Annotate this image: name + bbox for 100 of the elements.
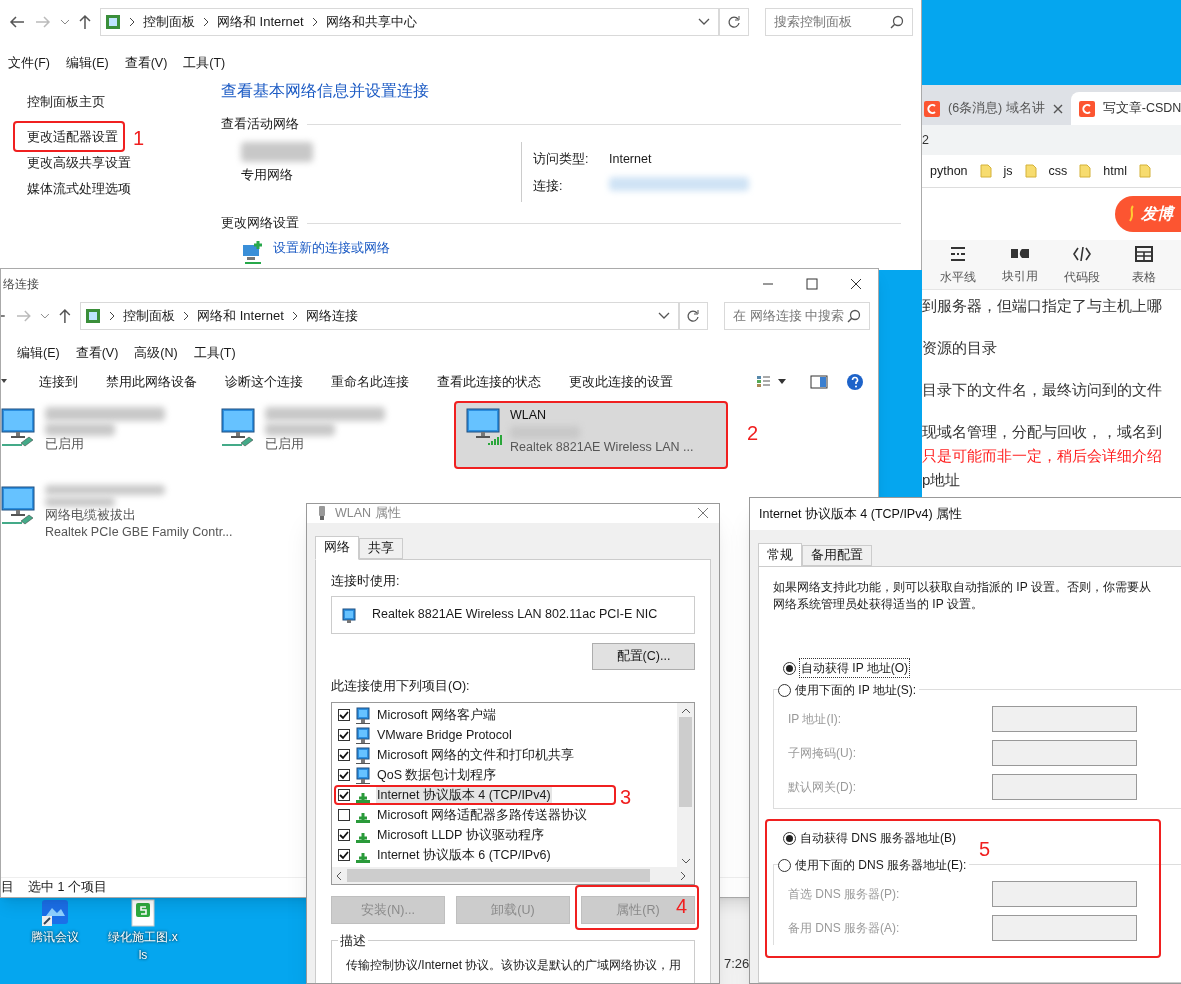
editor-tool[interactable]: 表格 [1124, 243, 1164, 286]
configure-button[interactable]: 配置(C)... [592, 642, 695, 670]
description-text: 传输控制协议/Internet 协议。该协议是默认的广域网络协议，用 [346, 957, 680, 975]
tab[interactable]: 共享 [359, 537, 403, 559]
toolbar-button[interactable]: 禁用此网络设备 [106, 372, 197, 392]
protocol-icon [356, 813, 370, 824]
browser-tab[interactable]: 写文章-CSDN [1070, 92, 1181, 125]
menu-item[interactable]: 编辑(E) [17, 343, 60, 363]
toolbar-button[interactable]: 更改此连接的设置 [569, 372, 673, 392]
adapter-name: WLAN [510, 407, 548, 424]
field-label: 连接: [533, 178, 564, 196]
folder-icon [1024, 164, 1037, 178]
ip-address-field[interactable] [992, 706, 1137, 732]
menu-item[interactable]: 查看(V) [75, 343, 119, 363]
horizontal-scrollbar[interactable] [332, 867, 694, 885]
radio-option[interactable]: 使用下面的 IP 地址(S): [778, 681, 918, 699]
toolbar-button[interactable]: 重命名此连接 [331, 372, 409, 392]
checkbox[interactable] [338, 809, 350, 822]
item-label[interactable]: VMware Bridge Protocol [376, 725, 513, 745]
checkbox[interactable] [338, 769, 350, 782]
radio-option[interactable]: 使用下面的 DNS 服务器地址(E): [778, 856, 968, 874]
ip-address-field[interactable] [992, 915, 1137, 941]
refresh-icon [686, 309, 701, 323]
address-text: 2 [922, 131, 929, 149]
tab[interactable]: 常规 [758, 543, 802, 567]
breadcrumb[interactable]: 网络和共享中心 [325, 12, 417, 32]
tab[interactable]: 网络 [315, 535, 359, 560]
sidebar-link[interactable]: 控制面板主页 [27, 92, 105, 112]
chevron-icon [109, 311, 116, 321]
protocol-icon [356, 833, 370, 844]
item-label[interactable]: Microsoft 网络的文件和打印机共享 [376, 745, 576, 765]
ip-address-field[interactable] [992, 881, 1137, 907]
breadcrumb[interactable]: 控制面板 [142, 12, 195, 32]
forward-icon [34, 15, 52, 29]
item-label[interactable]: Microsoft LLDP 协议驱动程序 [376, 825, 545, 845]
refresh-button[interactable] [719, 8, 750, 36]
menu-item[interactable]: 工具(T) [193, 343, 236, 363]
dropdown-icon [698, 18, 711, 26]
editor-tool[interactable]: 块引用 [1000, 244, 1040, 285]
annotation-number: 5 [979, 837, 991, 862]
sidebar-link[interactable]: 更改高级共享设置 [27, 153, 131, 173]
checkbox[interactable] [338, 789, 350, 802]
protocol-icon [356, 793, 370, 804]
ip-address-field[interactable] [992, 740, 1137, 766]
item-label[interactable]: Microsoft 网络适配器多路传送器协议 [376, 805, 589, 825]
network-setup-icon [241, 238, 265, 265]
item-label[interactable]: Internet 协议版本 6 (TCP/IPv6) [376, 845, 552, 865]
toolbar-button[interactable]: 查看此连接的状态 [437, 372, 541, 392]
checkbox[interactable] [338, 709, 350, 722]
refresh-button[interactable] [678, 302, 709, 330]
menu-item[interactable]: 高级(N) [134, 343, 178, 363]
checkbox[interactable] [338, 849, 350, 862]
folder-icon [979, 164, 992, 178]
address-bar[interactable]: 控制面板 网络和 Internet 网络和共享中心 [99, 8, 720, 36]
checkbox[interactable] [338, 749, 350, 762]
check-icon [339, 730, 349, 741]
dropdown-icon [657, 312, 670, 320]
radio-option[interactable]: 自动获得 IP 地址(O) [783, 658, 1167, 678]
chevron-icon [202, 17, 209, 27]
editor-tool[interactable]: 水平线 [938, 243, 978, 286]
tab[interactable]: 备用配置 [802, 545, 872, 566]
adapter-item[interactable]: 已启用 [1, 403, 211, 467]
menu-item[interactable]: 工具(T) [183, 53, 226, 73]
breadcrumb[interactable]: 网络连接 [305, 306, 358, 326]
menu-item[interactable]: 文件(F) [8, 53, 50, 73]
sidebar-link[interactable]: 更改适配器设置 [27, 127, 118, 147]
item-label[interactable]: Microsoft 网络客户端 [376, 705, 498, 725]
help-icon [846, 373, 864, 391]
adapter-device: Realtek PCIe GBE Family Contr... [45, 524, 233, 541]
bookmark[interactable]: python [930, 161, 968, 181]
sidebar-link[interactable]: 媒体流式处理选项 [27, 179, 131, 199]
forward-icon [14, 309, 33, 323]
search-field[interactable]: 搜索控制面板 [765, 8, 913, 36]
address-bar[interactable]: 控制面板 网络和 Internet 网络连接 [80, 302, 679, 330]
breadcrumb[interactable]: 控制面板 [123, 306, 176, 326]
bookmark[interactable]: css [1048, 161, 1068, 181]
item-label[interactable]: QoS 数据包计划程序 [376, 765, 498, 785]
adapter-item[interactable]: 已启用 [211, 403, 456, 467]
breadcrumb[interactable]: 网络和 Internet [197, 306, 284, 326]
adapter-item[interactable]: 网络电缆被拔出 Realtek PCIe GBE Family Contr... [1, 481, 241, 545]
ip-address-field[interactable] [992, 774, 1137, 800]
checkbox[interactable] [338, 729, 350, 742]
setup-link[interactable]: 设置新的连接或网络 [273, 238, 390, 258]
menu-item[interactable]: 查看(V) [124, 53, 168, 73]
vertical-scrollbar[interactable] [677, 703, 694, 869]
checkbox[interactable] [338, 829, 350, 842]
folder-icon [1138, 164, 1151, 178]
bookmark[interactable]: js [1003, 161, 1013, 181]
status-text: 选中 1 个项目 [28, 879, 107, 897]
menu-item[interactable]: 编辑(E) [65, 53, 109, 73]
wireless-adapter-icon [464, 407, 504, 447]
toolbar-button[interactable]: 诊断这个连接 [225, 372, 303, 392]
breadcrumb[interactable]: 网络和 Internet [216, 12, 304, 32]
check-icon [339, 830, 349, 841]
bookmark[interactable]: html [1103, 161, 1127, 181]
check-icon [339, 710, 349, 721]
toolbar-button[interactable]: 连接到 [39, 372, 78, 392]
window-title: WLAN 属性 [335, 505, 401, 522]
search-field[interactable]: 在 网络连接 中搜索 [724, 302, 870, 330]
editor-tool[interactable]: 代码段 [1062, 243, 1102, 286]
